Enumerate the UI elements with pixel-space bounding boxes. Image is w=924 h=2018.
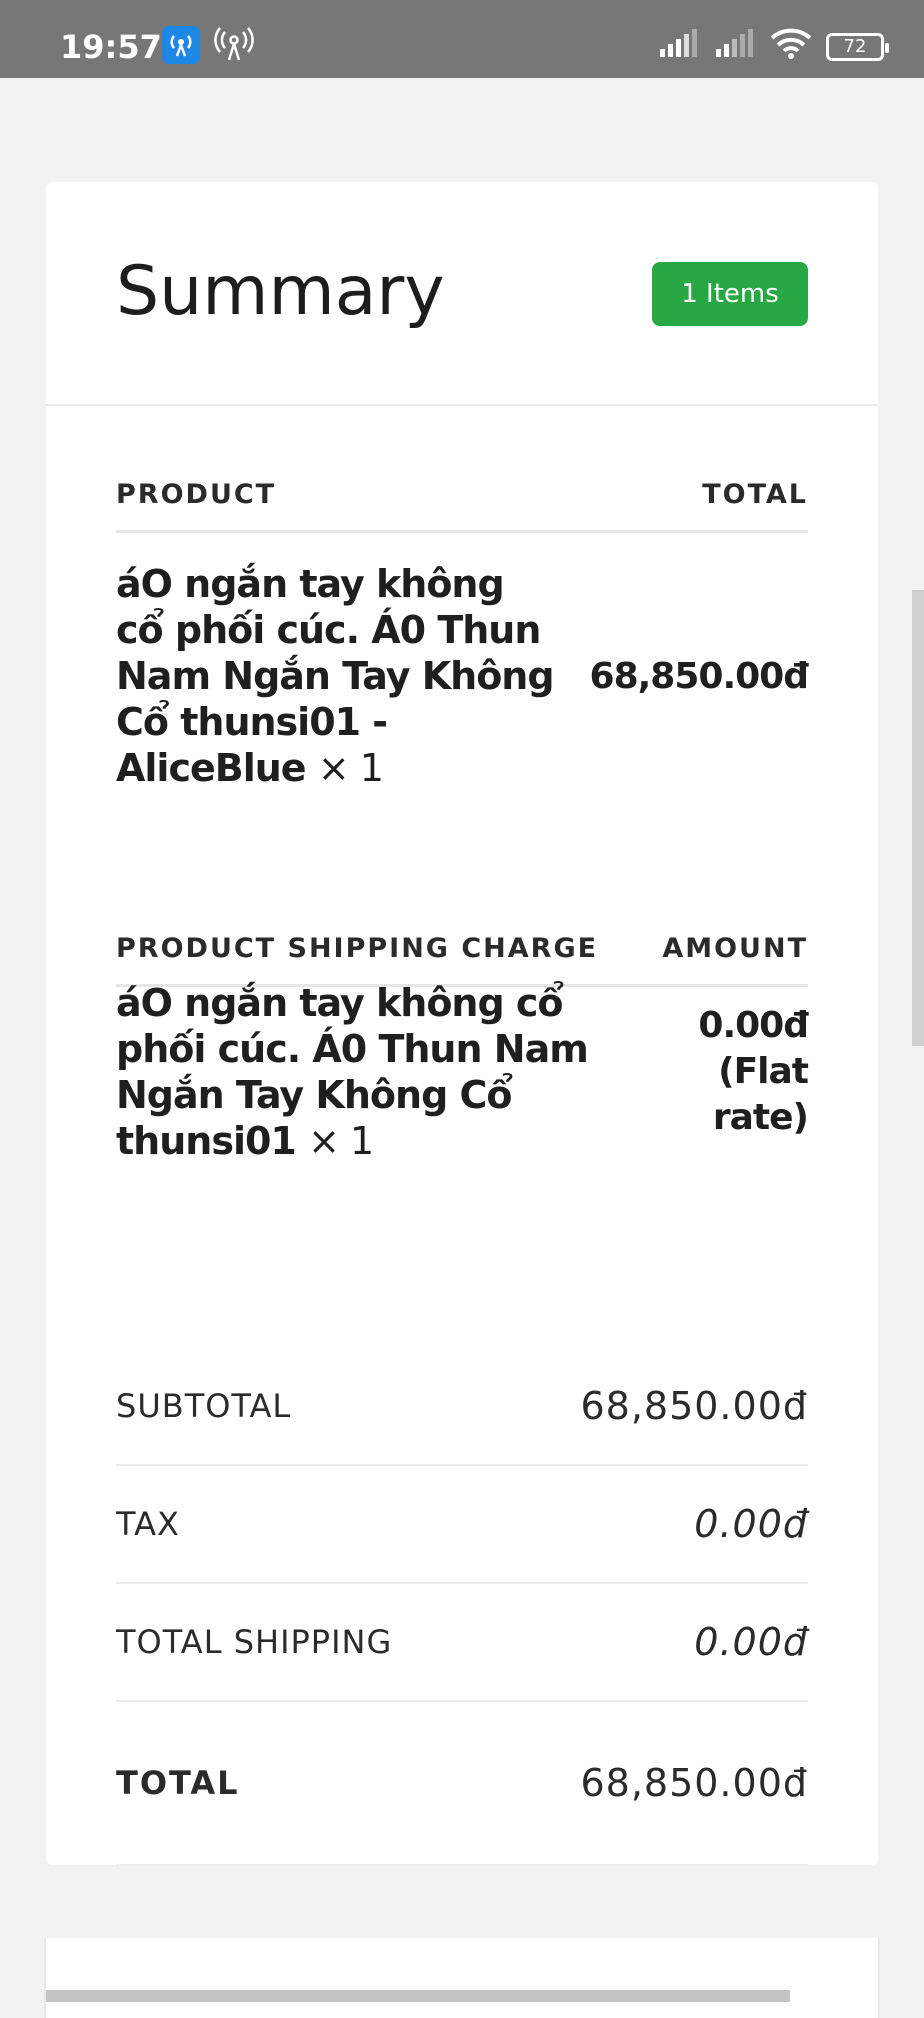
tax-value: 0.00đ	[694, 1502, 808, 1546]
product-name: áO ngắn tay không cổ phối cúc. Á0 Thun N…	[116, 561, 556, 791]
status-icons: 72	[658, 28, 889, 65]
signal-icon	[658, 29, 700, 64]
product-qty: × 1	[317, 746, 384, 790]
status-time: 19:57	[60, 28, 162, 66]
product-total: 68,850.00đ	[589, 655, 809, 697]
order-summary-card: Summary 1 Items PRODUCT TOTAL áO ngắn ta…	[46, 182, 878, 1866]
totals-table: SUBTOTAL 68,850.00đ TAX 0.00đ TOTAL SHIP…	[116, 1348, 808, 1866]
product-table-header: PRODUCT TOTAL	[116, 458, 808, 533]
total-column-header: TOTAL	[702, 478, 808, 510]
product-table: PRODUCT TOTAL áO ngắn tay không cổ phối …	[116, 458, 809, 819]
summary-title: Summary	[116, 252, 445, 331]
shipping-table-header: PRODUCT SHIPPING CHARGE AMOUNT	[116, 912, 808, 987]
grand-total-value: 68,850.00đ	[580, 1761, 808, 1805]
shipping-product-name: áO ngắn tay không cổ phối cúc. Á0 Thun N…	[116, 980, 636, 1164]
signal-icon	[714, 29, 756, 64]
subtotal-label: SUBTOTAL	[116, 1387, 292, 1425]
next-section-divider	[46, 1990, 790, 2002]
next-section-card	[44, 1938, 880, 2018]
subtotal-row: SUBTOTAL 68,850.00đ	[116, 1348, 808, 1466]
battery-icon: 72	[826, 32, 889, 61]
status-bar: 19:57 72	[0, 0, 924, 78]
page-scrollbar[interactable]	[912, 590, 924, 1046]
tax-row: TAX 0.00đ	[116, 1466, 808, 1584]
shipping-charge-column-header: PRODUCT SHIPPING CHARGE	[116, 932, 599, 964]
product-row: áO ngắn tay không cổ phối cúc. Á0 Thun N…	[116, 533, 809, 819]
hotspot-app-icon	[162, 26, 200, 64]
shipping-amount-method-cont: rate)	[712, 1097, 809, 1138]
summary-header: Summary 1 Items	[46, 182, 878, 406]
tax-label: TAX	[116, 1505, 180, 1543]
grand-total-row: TOTAL 68,850.00đ	[116, 1702, 808, 1866]
total-shipping-label: TOTAL SHIPPING	[116, 1623, 393, 1661]
shipping-product-qty: × 1	[308, 1119, 374, 1163]
grand-total-label: TOTAL	[116, 1764, 240, 1802]
hotspot-icon	[212, 26, 256, 69]
subtotal-value: 68,850.00đ	[580, 1384, 808, 1428]
shipping-amount: 0.00đ (Flat rate)	[698, 1003, 809, 1141]
shipping-row: áO ngắn tay không cổ phối cúc. Á0 Thun N…	[116, 981, 809, 1163]
amount-column-header: AMOUNT	[662, 932, 808, 964]
shipping-amount-value: 0.00đ	[698, 1005, 809, 1046]
items-count-badge: 1 Items	[652, 262, 808, 326]
wifi-icon	[770, 28, 812, 65]
shipping-table: PRODUCT SHIPPING CHARGE AMOUNT áO ngắn t…	[116, 912, 809, 1163]
total-shipping-value: 0.00đ	[694, 1620, 808, 1664]
product-column-header: PRODUCT	[116, 478, 277, 510]
total-shipping-row: TOTAL SHIPPING 0.00đ	[116, 1584, 808, 1702]
shipping-amount-method: (Flat	[718, 1051, 809, 1092]
